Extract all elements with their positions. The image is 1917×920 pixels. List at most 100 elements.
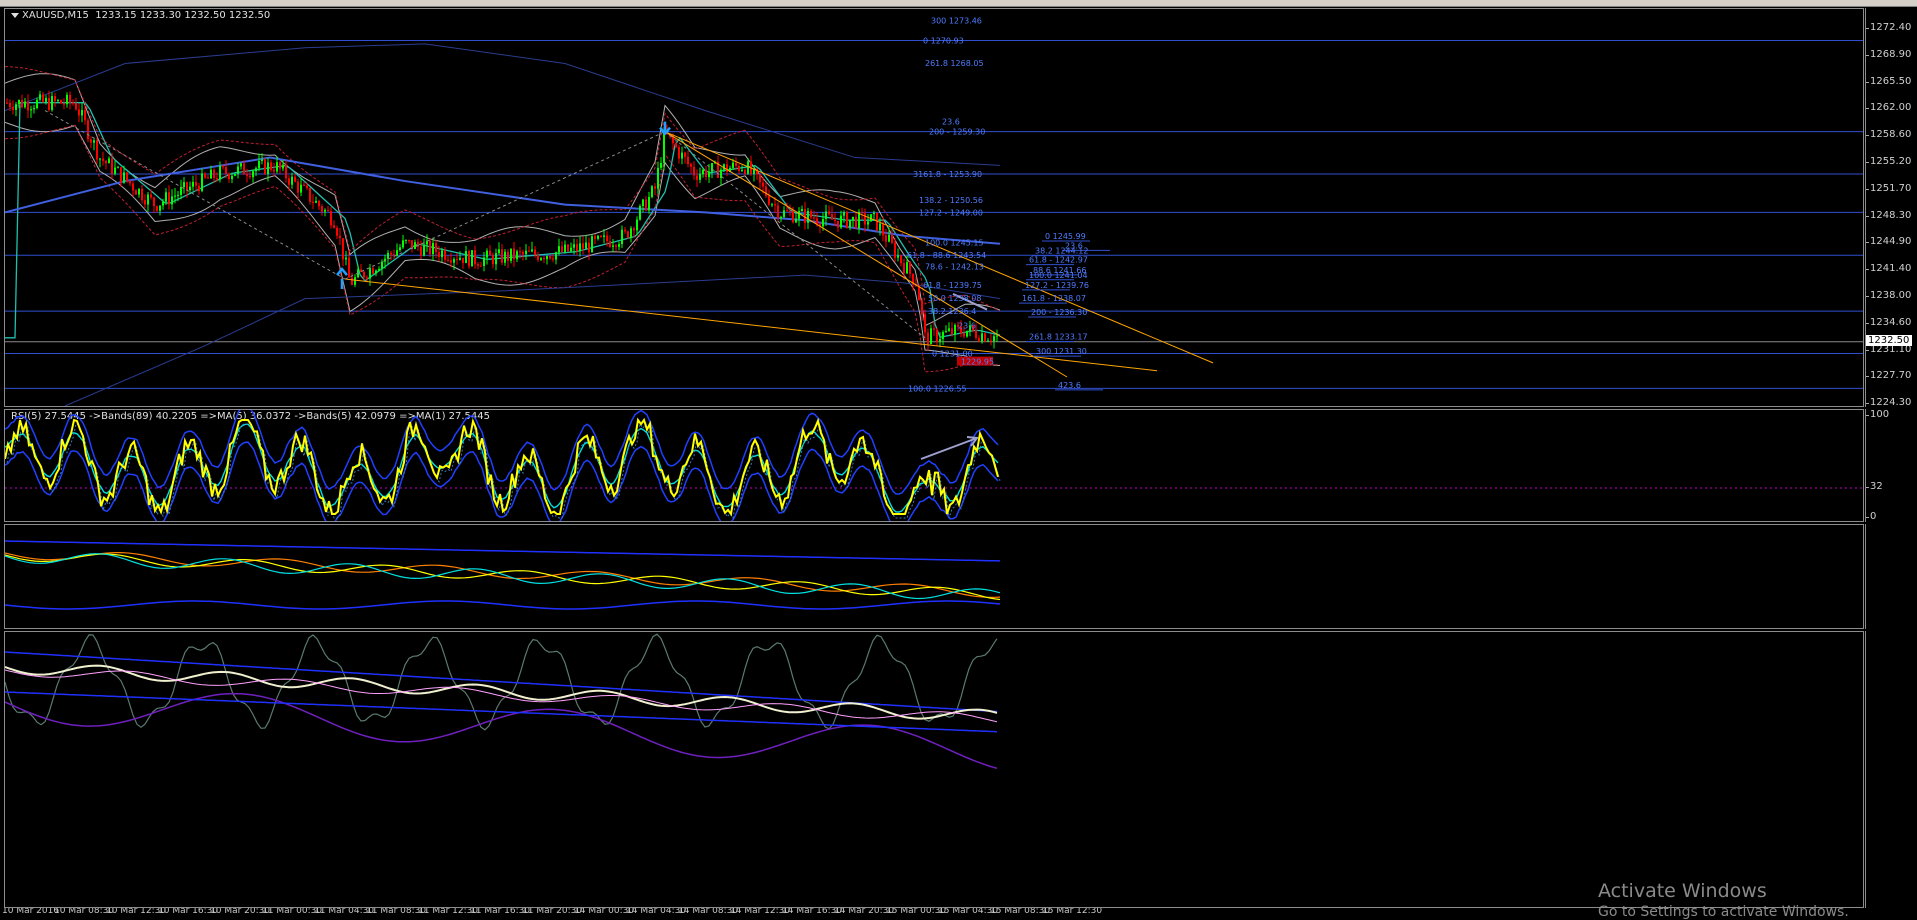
histogram-bar-down (790, 573, 792, 598)
histogram-bar-up (613, 564, 615, 573)
candle-body (939, 339, 941, 342)
histogram-bar-up (142, 572, 144, 573)
histogram-bar-down (274, 573, 276, 576)
histogram-bar-down (139, 573, 141, 576)
histogram-bar-down (922, 573, 924, 593)
candle-body (15, 104, 17, 110)
histogram-bar-up (154, 558, 156, 573)
candle-body (534, 250, 536, 255)
histogram-bar-up (868, 554, 870, 573)
histogram-bar-up (628, 567, 630, 573)
histogram-bar-up (841, 566, 843, 573)
histogram-bar-up (145, 570, 147, 573)
histogram-bar-up (616, 569, 618, 573)
histogram-bar-down (88, 573, 90, 591)
histogram-bar-down (394, 573, 396, 595)
histogram-bar-down (244, 573, 246, 591)
candle-body (933, 328, 935, 330)
candle-body (867, 221, 869, 224)
histogram-bar-up (592, 546, 594, 573)
candle-body (75, 104, 77, 110)
histogram-bar-down (511, 573, 513, 592)
candle-body (423, 245, 425, 256)
histogram-bar-down (133, 573, 135, 586)
price-chart-pane[interactable]: XAUUSD,M15 1233.15 1233.30 1232.50 1232.… (4, 8, 1864, 407)
lower-band (5, 122, 1000, 365)
histogram-bar-up (847, 557, 849, 573)
candle-body (366, 277, 368, 278)
histogram-bar-up (436, 567, 438, 573)
fib-level-label: 0 1270.93 (923, 37, 964, 46)
candle-body (582, 243, 584, 248)
candle-body (126, 172, 128, 180)
histogram-bar-up (727, 547, 729, 573)
price-scale[interactable]: 1272.401268.901265.501262.001258.601255.… (1865, 8, 1917, 407)
candle-body (993, 336, 995, 341)
candle-body (339, 236, 341, 239)
histogram-bar-down (940, 573, 942, 588)
candle-body (882, 223, 884, 235)
candle-body (399, 247, 401, 250)
candle-body (414, 242, 416, 249)
histogram-bar-down (91, 573, 93, 590)
histogram-bar-up (712, 559, 714, 573)
histogram-bar-up (988, 557, 990, 573)
histogram-bar-up (7, 567, 9, 573)
histogram-bar-down (949, 573, 951, 590)
rsi-scale-0: 0 (1870, 511, 1876, 522)
histogram-bar-down (403, 573, 405, 584)
histogram-bar-down (358, 573, 360, 578)
macd-histogram-pane[interactable] (4, 524, 1864, 629)
candle-body (543, 258, 545, 259)
histogram-bar-down (241, 573, 243, 593)
candle-body (813, 218, 815, 219)
candle-body (975, 330, 977, 338)
histogram-bar-down (817, 573, 819, 588)
candle-body (855, 217, 857, 228)
rsi-annotation-arrow-icon (921, 437, 977, 459)
histogram-bar-down (100, 573, 102, 584)
fib-extension-label: 127.2 - 1239.76 (1025, 281, 1089, 290)
candle-body (552, 258, 554, 259)
histogram-bar-up (598, 556, 600, 573)
histogram-bar-down (820, 573, 822, 584)
candle-body (450, 260, 452, 262)
candle-body (312, 202, 314, 203)
oscillator-purple-line (5, 694, 997, 769)
histogram-bar-up (586, 552, 588, 573)
candle-body (48, 98, 50, 110)
candle-body (27, 102, 29, 111)
histogram-bar-up (328, 554, 330, 573)
histogram-bar-down (256, 573, 258, 596)
candle-body (72, 103, 74, 104)
price-chart-canvas[interactable]: 300 1273.460 1270.93261.8 1268.0523.6200… (5, 9, 1864, 407)
candle-body (432, 243, 434, 254)
rsi-pane[interactable]: RSI(5) 27.5445 ->Bands(89) 40.2205 =>MA(… (4, 409, 1864, 522)
price-tick-label: 1272.40 (1870, 22, 1911, 33)
candle-body (345, 258, 347, 260)
candle-body (900, 255, 902, 263)
histogram-bar-down (355, 573, 357, 580)
histogram-bar-down (247, 573, 249, 594)
candle-body (798, 211, 800, 219)
candle-body (615, 245, 617, 246)
fib-extension-label: 300 1231.30 (1036, 347, 1087, 356)
candle-body (303, 185, 305, 186)
candle-body (306, 186, 308, 188)
time-tick-label: 10 Mar 2016 (2, 908, 59, 916)
candle-body (873, 213, 875, 214)
histogram-bar-down (532, 573, 534, 590)
candle-body (90, 139, 92, 142)
candle-body (918, 286, 920, 300)
candle-body (42, 94, 44, 102)
candle-body (240, 163, 242, 166)
oscillator-pane[interactable] (4, 631, 1864, 908)
histogram-bar-up (763, 562, 765, 573)
histogram-bar-down (526, 573, 528, 604)
candle-body (495, 253, 497, 264)
histogram-bar-down (409, 573, 411, 577)
candle-body (519, 251, 521, 252)
candle-body (528, 251, 530, 252)
candle-body (204, 173, 206, 177)
zigzag-line (45, 111, 345, 280)
